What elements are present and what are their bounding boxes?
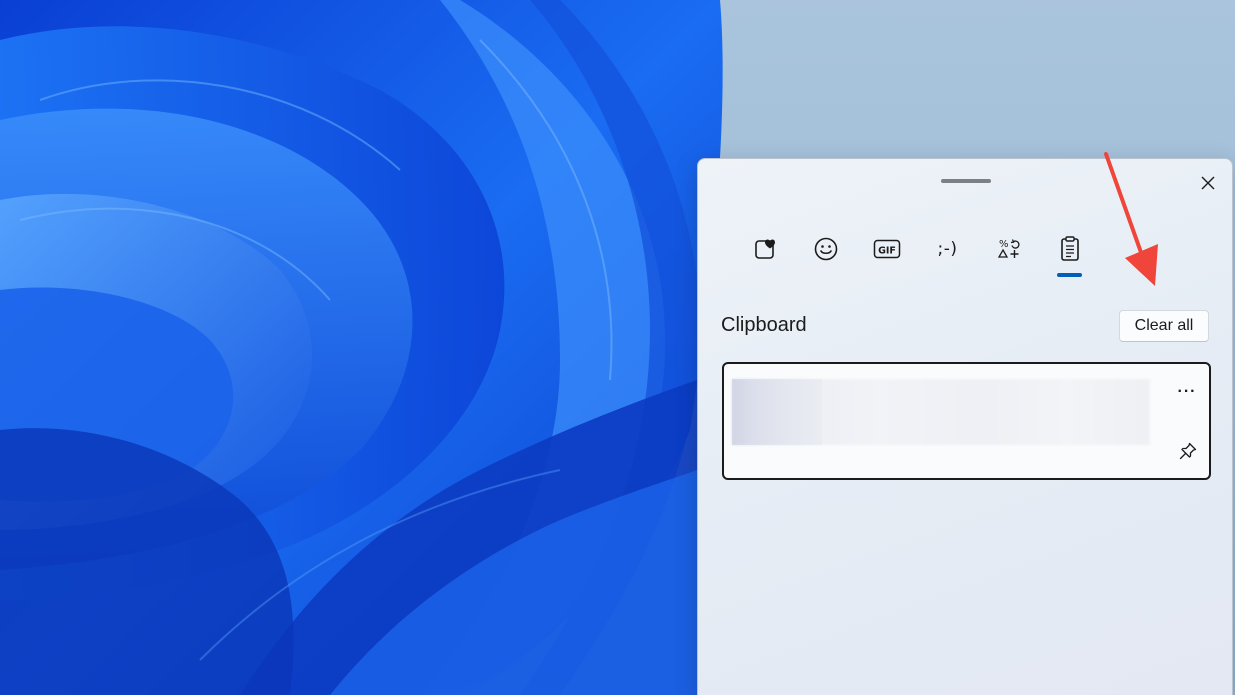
clipboard-item-content-blur [732, 379, 822, 445]
tab-gif[interactable]: GIF [856, 229, 917, 269]
symbols-icon: % [997, 239, 1019, 258]
tab-clipboard[interactable] [1039, 229, 1100, 277]
pin-icon [1179, 442, 1197, 460]
tab-favorites[interactable] [734, 229, 795, 269]
gif-icon-label: GIF [878, 246, 896, 257]
svg-text:%: % [999, 239, 1009, 250]
tab-symbols[interactable]: % [978, 229, 1039, 269]
gif-icon: GIF [873, 239, 900, 259]
heart-sticker-icon [754, 239, 775, 259]
drag-handle[interactable] [941, 179, 991, 183]
more-options-button[interactable]: ··· [1175, 380, 1199, 404]
close-button[interactable] [1196, 171, 1220, 195]
tab-kaomoji[interactable]: ;-) [917, 229, 978, 269]
smiley-icon [814, 237, 837, 261]
kaomoji-icon: ;-) [937, 239, 958, 259]
desktop: GIF ;-) % Clipboard Clear all ··· [0, 0, 1235, 695]
close-icon [1201, 176, 1215, 190]
emoji-clipboard-panel: GIF ;-) % Clipboard Clear all ··· [697, 158, 1233, 695]
section-title: Clipboard [721, 314, 807, 336]
pin-button[interactable] [1175, 438, 1201, 464]
clipboard-item[interactable]: ··· [722, 362, 1211, 480]
category-tabs: GIF ;-) % [734, 229, 1100, 277]
clipboard-icon [1060, 236, 1079, 261]
clear-all-button[interactable]: Clear all [1119, 310, 1209, 342]
more-icon: ··· [1177, 383, 1197, 400]
tab-emoji[interactable] [795, 229, 856, 269]
